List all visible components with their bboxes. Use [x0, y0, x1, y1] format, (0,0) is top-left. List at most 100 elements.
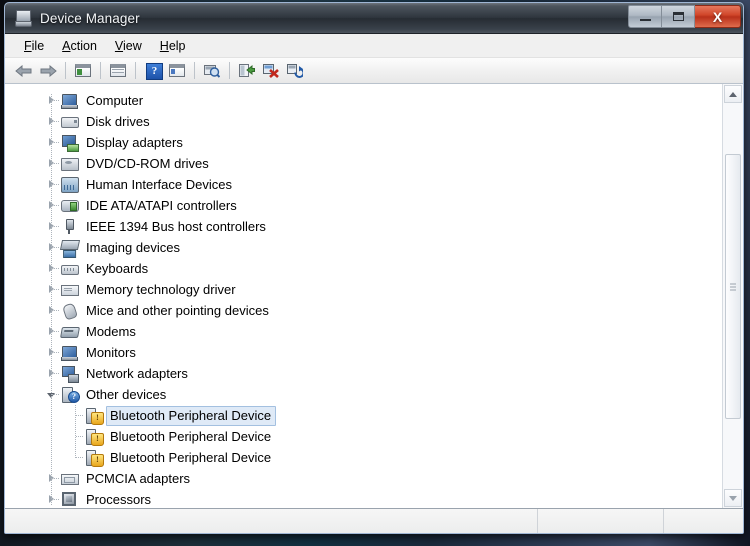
- tree-row[interactable]: ! Bluetooth Peripheral Device: [5, 447, 722, 468]
- tree-row[interactable]: ! Bluetooth Peripheral Device: [5, 405, 722, 426]
- tree-row-label: Bluetooth Peripheral Device: [110, 449, 272, 465]
- tree-row-label: Display adapters: [86, 134, 183, 150]
- maximize-button[interactable]: [662, 5, 695, 28]
- device-glyph: [60, 327, 80, 338]
- status-pane-2: [538, 509, 664, 533]
- device-glyph: [61, 285, 79, 296]
- menu-file[interactable]: FFileile: [15, 37, 53, 55]
- device-glyph: [62, 366, 79, 383]
- toolbar-separator: [100, 62, 101, 79]
- ide-controller-icon: [61, 198, 79, 213]
- forward-button[interactable]: [37, 60, 59, 81]
- tree-row[interactable]: Processors: [5, 489, 722, 508]
- unknown-device-warning-icon: !: [85, 408, 104, 425]
- hid-icon: [61, 177, 79, 193]
- scroll-down-button[interactable]: [724, 489, 742, 507]
- tree-row[interactable]: IDE ATA/ATAPI controllers: [5, 195, 722, 216]
- vertical-scrollbar[interactable]: [722, 84, 743, 508]
- title-bar[interactable]: Device Manager X: [5, 3, 743, 34]
- tree-row[interactable]: ? Other devices: [5, 384, 722, 405]
- back-button[interactable]: [13, 60, 35, 81]
- tree-connector-line: [76, 436, 84, 437]
- tree-row[interactable]: IEEE 1394 Bus host controllers: [5, 216, 722, 237]
- tree-connector-line: [52, 310, 60, 311]
- device-glyph: [62, 492, 76, 506]
- tree-row-label: DVD/CD-ROM drives: [86, 155, 209, 171]
- tree-row[interactable]: Keyboards: [5, 258, 722, 279]
- show-hide-console-tree-button[interactable]: [72, 60, 94, 81]
- close-button[interactable]: X: [695, 5, 741, 28]
- tree-row[interactable]: Monitors: [5, 342, 722, 363]
- device-tree[interactable]: Computer Disk drives Display adapters DVD/C…: [5, 84, 722, 508]
- menu-action[interactable]: Action: [53, 37, 106, 55]
- tree-row-label: Monitors: [86, 344, 136, 360]
- disable-device-red-x-icon: [263, 63, 279, 78]
- warning-badge-icon: !: [91, 412, 104, 425]
- imaging-device-icon: [59, 240, 81, 255]
- tree-row[interactable]: Display adapters: [5, 132, 722, 153]
- console-tree-icon: [75, 64, 91, 77]
- tree-connector-line: [52, 247, 60, 248]
- disable-device-button[interactable]: [260, 60, 282, 81]
- scroll-down-arrow-icon: [729, 495, 737, 501]
- tree-connector-line: [76, 415, 84, 416]
- tree-row[interactable]: ! Bluetooth Peripheral Device: [5, 426, 722, 447]
- properties-window-button[interactable]: [107, 60, 129, 81]
- tree-row-label: Other devices: [86, 386, 167, 402]
- tree-row[interactable]: Disk drives: [5, 111, 722, 132]
- unknown-device-warning-icon: !: [85, 429, 104, 446]
- tree-connector-line: [52, 121, 60, 122]
- device-glyph: [61, 158, 79, 171]
- tree-connector-line: [52, 226, 60, 227]
- scan-for-hardware-changes-button[interactable]: [201, 60, 223, 81]
- properties-panel-icon: [169, 64, 185, 77]
- menu-view[interactable]: View: [106, 37, 151, 55]
- keyboard-icon: [61, 261, 79, 276]
- device-glyph: [62, 135, 79, 152]
- scan-magnifier-icon: [204, 63, 221, 78]
- device-glyph: [61, 200, 79, 212]
- properties-button[interactable]: [166, 60, 188, 81]
- tree-row[interactable]: Imaging devices: [5, 237, 722, 258]
- display-adapter-icon: [61, 135, 79, 152]
- status-pane-3: [664, 509, 743, 533]
- tree-row[interactable]: DVD/CD-ROM drives: [5, 153, 722, 174]
- scroll-thumb[interactable]: [725, 154, 741, 419]
- tree-row-label: Processors: [86, 491, 152, 507]
- tree-row-label: Human Interface Devices: [86, 176, 232, 192]
- status-bar: [5, 509, 743, 533]
- tree-row[interactable]: Computer: [5, 90, 722, 111]
- scroll-up-button[interactable]: [724, 85, 742, 103]
- toolbar-separator: [194, 62, 195, 79]
- tree-connector-line: [52, 373, 60, 374]
- help-button[interactable]: ?: [142, 60, 164, 81]
- tree-row-label: Bluetooth Peripheral Device: [106, 405, 277, 426]
- tree-connector-line: [52, 184, 60, 185]
- tree-row[interactable]: Modems: [5, 321, 722, 342]
- disk-drive-icon: [61, 114, 79, 129]
- window-controls: X: [628, 5, 741, 28]
- window-icon: [110, 64, 126, 77]
- device-manager-icon: [13, 9, 33, 27]
- minimize-button[interactable]: [628, 5, 662, 28]
- uninstall-device-button[interactable]: [284, 60, 306, 81]
- tree-row[interactable]: Mice and other pointing devices: [5, 300, 722, 321]
- tree-row[interactable]: Memory technology driver: [5, 279, 722, 300]
- tree-connector-line: [52, 352, 60, 353]
- tree-row[interactable]: Human Interface Devices: [5, 174, 722, 195]
- menu-help[interactable]: Help: [151, 37, 195, 55]
- question-mark-icon: ?: [146, 63, 163, 80]
- device-glyph: [61, 346, 78, 361]
- tree-connector-line: [75, 405, 76, 458]
- update-driver-button[interactable]: [236, 60, 258, 81]
- update-driver-icon: [239, 63, 255, 78]
- tree-connector-line: [52, 499, 60, 500]
- tree-row[interactable]: Network adapters: [5, 363, 722, 384]
- unknown-device-warning-icon: !: [85, 450, 104, 467]
- device-glyph: [61, 474, 79, 485]
- window-title: Device Manager: [40, 10, 140, 26]
- tree-row[interactable]: PCMCIA adapters: [5, 468, 722, 489]
- warning-badge-icon: !: [91, 454, 104, 467]
- tree-row-label: Modems: [86, 323, 136, 339]
- device-glyph: [61, 302, 79, 321]
